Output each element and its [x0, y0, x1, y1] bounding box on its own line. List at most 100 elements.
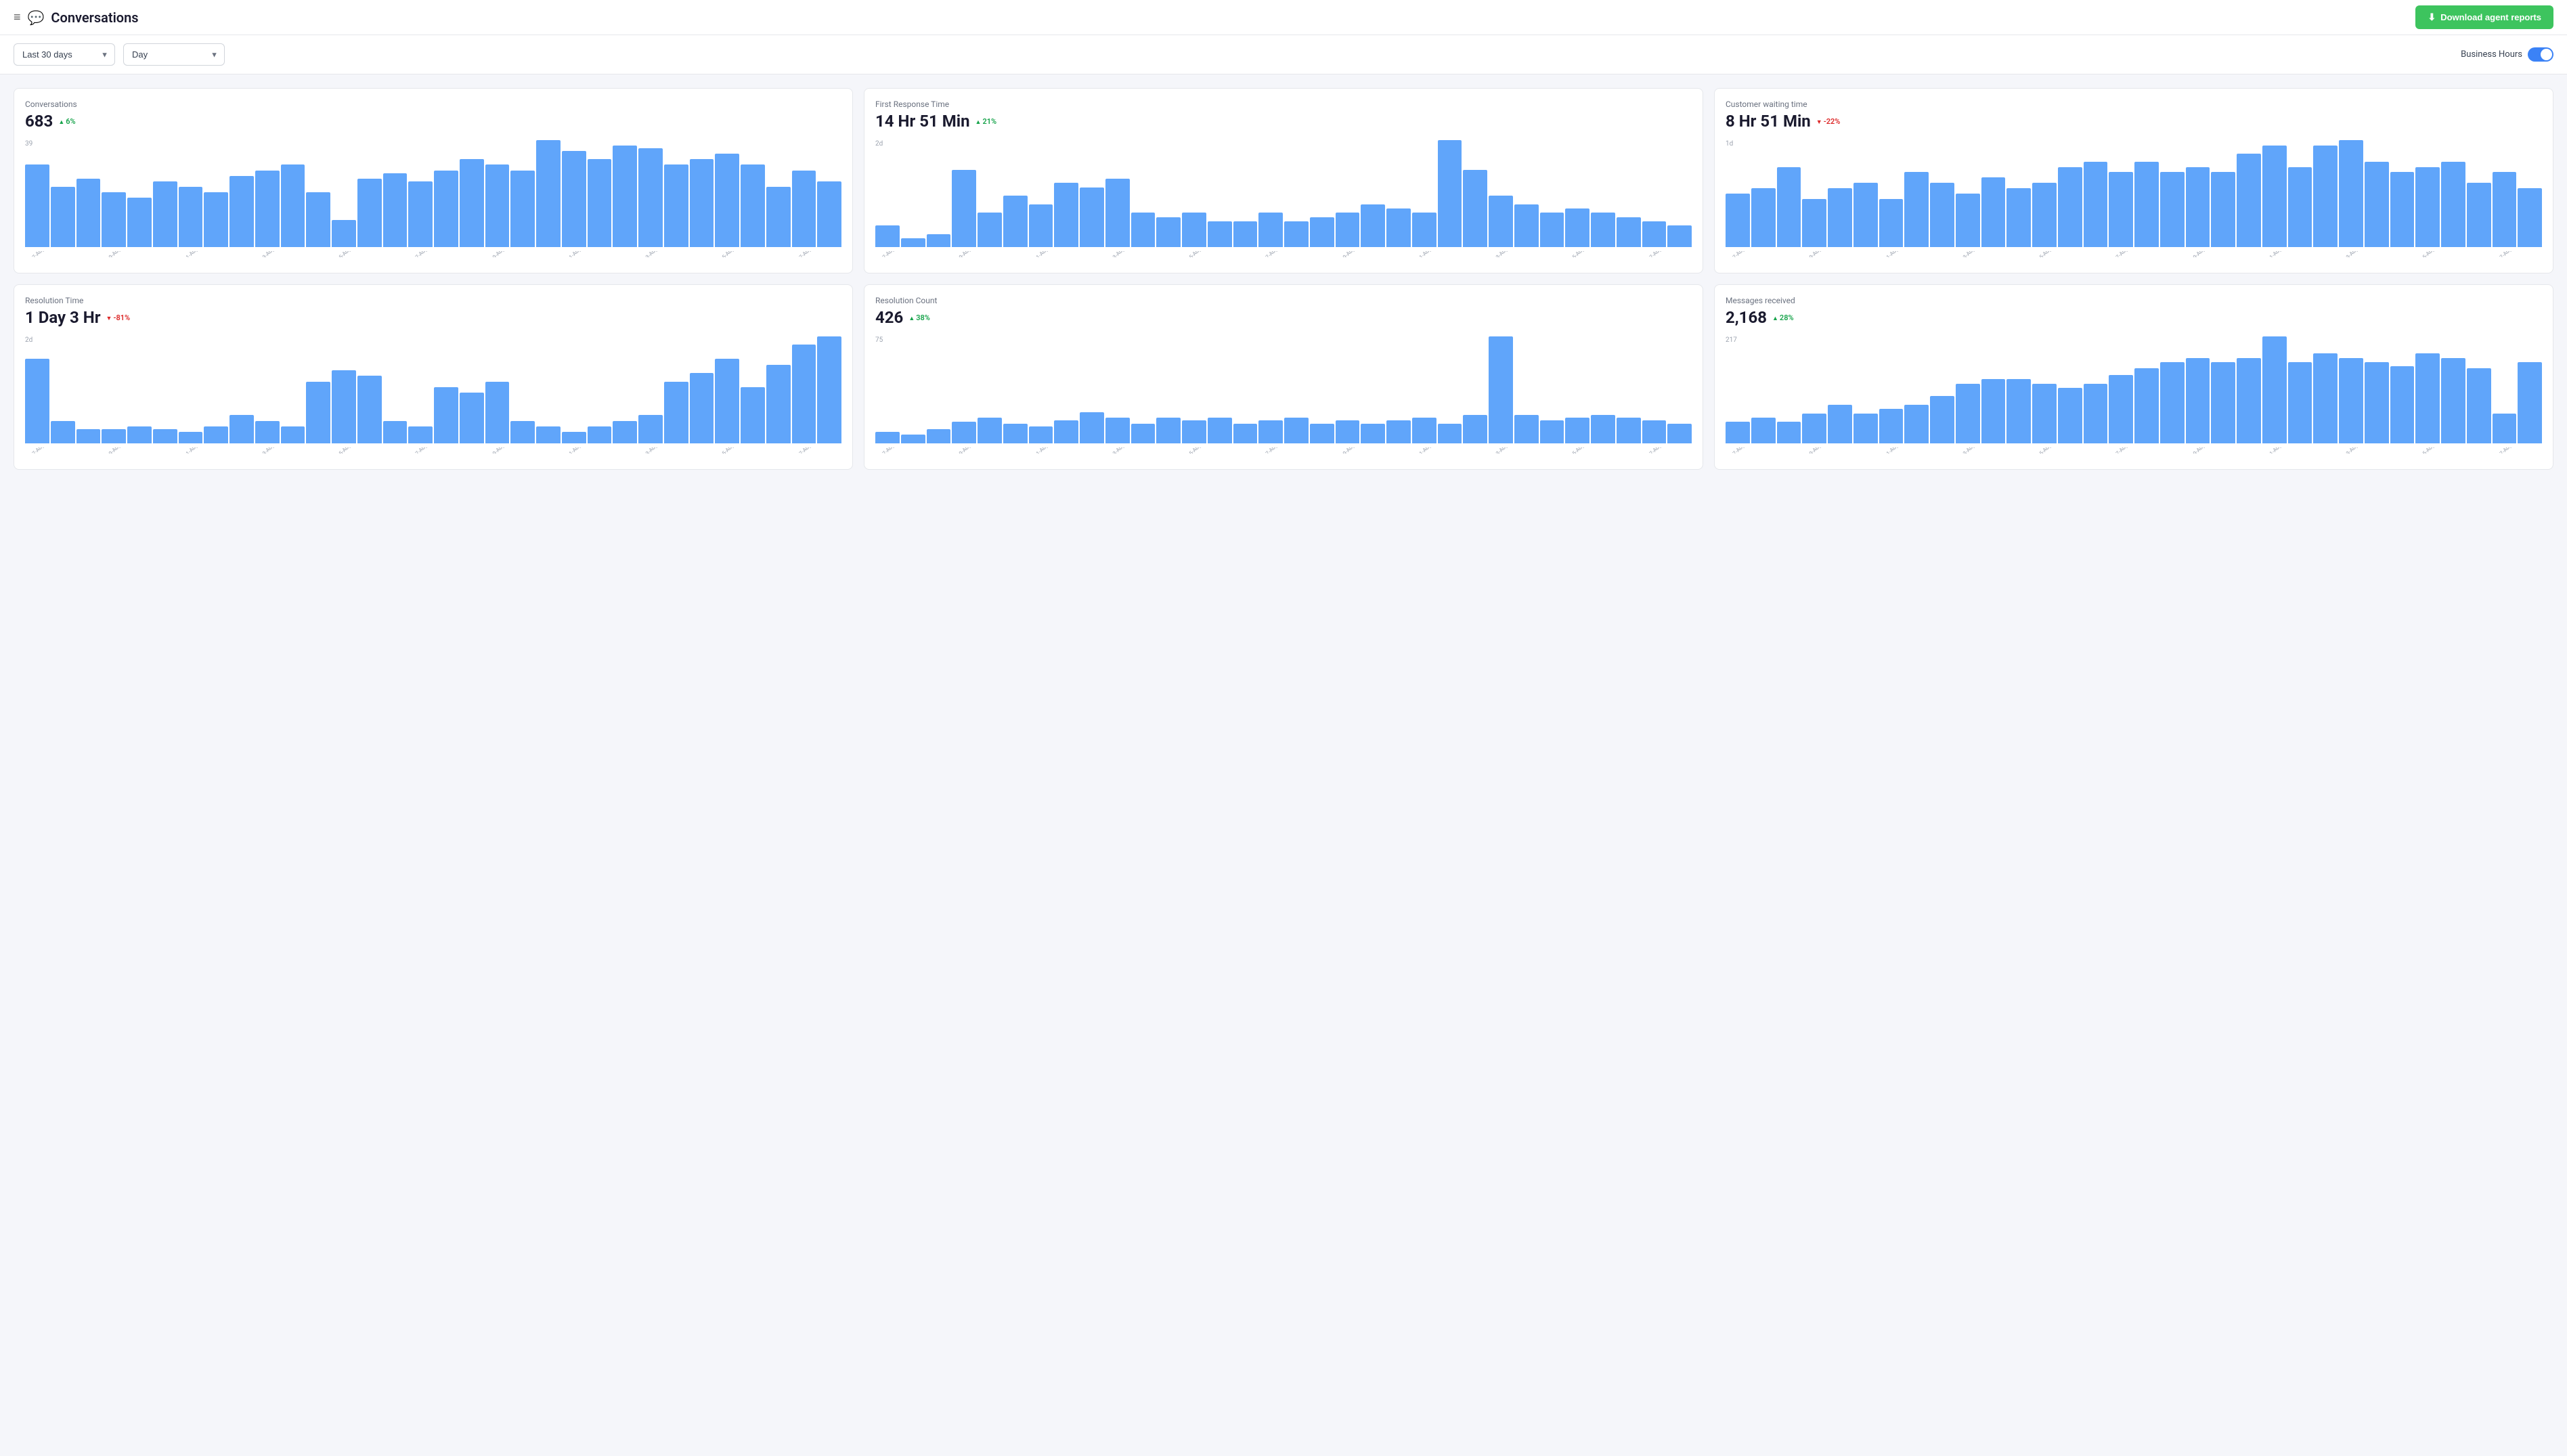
bar-1[interactable] — [901, 435, 925, 443]
bar-8[interactable] — [229, 415, 254, 443]
bar-17[interactable] — [460, 159, 484, 247]
bar-31[interactable] — [1667, 225, 1692, 247]
bar-31[interactable] — [2518, 362, 2542, 443]
bar-13[interactable] — [2058, 167, 2082, 248]
bar-7[interactable] — [1904, 405, 1929, 443]
bar-28[interactable] — [741, 164, 765, 247]
bar-28[interactable] — [2441, 162, 2465, 247]
bar-11[interactable] — [306, 192, 330, 247]
bar-20[interactable] — [1386, 208, 1411, 247]
bar-24[interactable] — [2339, 358, 2363, 443]
bar-11[interactable] — [306, 382, 330, 443]
bar-15[interactable] — [2109, 172, 2133, 247]
bar-17[interactable] — [2160, 362, 2185, 443]
bar-3[interactable] — [1802, 414, 1826, 443]
bar-24[interactable] — [638, 415, 663, 443]
bar-24[interactable] — [2339, 140, 2363, 247]
bar-16[interactable] — [1284, 221, 1309, 247]
bar-18[interactable] — [1336, 420, 1360, 443]
bar-0[interactable] — [1726, 194, 1750, 247]
bar-24[interactable] — [1489, 336, 1513, 443]
bar-10[interactable] — [1981, 177, 2006, 247]
bar-2[interactable] — [927, 234, 951, 247]
bar-30[interactable] — [792, 345, 816, 443]
bar-14[interactable] — [1233, 221, 1258, 247]
bar-6[interactable] — [179, 187, 203, 247]
bar-8[interactable] — [229, 176, 254, 247]
bar-16[interactable] — [1284, 418, 1309, 443]
bar-27[interactable] — [2415, 167, 2440, 248]
bar-7[interactable] — [204, 426, 228, 443]
bar-29[interactable] — [1617, 418, 1641, 443]
bar-22[interactable] — [2288, 362, 2312, 443]
bar-15[interactable] — [2109, 375, 2133, 443]
bar-1[interactable] — [51, 421, 75, 443]
bar-19[interactable] — [2211, 172, 2235, 247]
bar-19[interactable] — [1361, 204, 1385, 247]
bar-3[interactable] — [102, 429, 126, 443]
bar-4[interactable] — [978, 418, 1002, 443]
bar-15[interactable] — [1258, 420, 1283, 443]
bar-28[interactable] — [2441, 358, 2465, 443]
bar-7[interactable] — [1054, 420, 1078, 443]
bar-14[interactable] — [1233, 424, 1258, 443]
bar-1[interactable] — [1751, 188, 1776, 247]
bar-9[interactable] — [1956, 384, 1980, 443]
bar-16[interactable] — [2134, 368, 2159, 443]
bar-3[interactable] — [952, 422, 976, 443]
bar-4[interactable] — [1828, 188, 1852, 247]
bar-12[interactable] — [1182, 213, 1206, 247]
bar-1[interactable] — [51, 187, 75, 247]
bar-18[interactable] — [485, 382, 510, 443]
bar-28[interactable] — [741, 387, 765, 443]
bar-5[interactable] — [1853, 414, 1878, 443]
bar-30[interactable] — [1642, 221, 1667, 247]
bar-7[interactable] — [204, 192, 228, 247]
bar-2[interactable] — [1777, 167, 1801, 248]
bar-1[interactable] — [1751, 418, 1776, 443]
bar-21[interactable] — [2262, 146, 2287, 247]
bar-3[interactable] — [102, 192, 126, 247]
bar-14[interactable] — [2084, 162, 2108, 247]
grouping-select[interactable]: Day Hour Week Month — [123, 43, 225, 66]
bar-10[interactable] — [1131, 213, 1156, 247]
bar-28[interactable] — [1591, 415, 1615, 443]
bar-18[interactable] — [2186, 167, 2210, 248]
bar-23[interactable] — [613, 146, 637, 247]
bar-17[interactable] — [460, 393, 484, 443]
bar-5[interactable] — [153, 181, 177, 247]
bar-17[interactable] — [2160, 172, 2185, 247]
bar-11[interactable] — [2006, 188, 2031, 247]
menu-icon[interactable]: ≡ — [14, 10, 21, 24]
bar-31[interactable] — [817, 336, 841, 443]
bar-6[interactable] — [1879, 199, 1904, 247]
business-hours-toggle[interactable] — [2528, 47, 2553, 62]
bar-11[interactable] — [1156, 217, 1181, 247]
bar-24[interactable] — [638, 148, 663, 247]
bar-21[interactable] — [1412, 213, 1436, 247]
bar-12[interactable] — [1182, 420, 1206, 443]
bar-3[interactable] — [1802, 199, 1826, 247]
bar-23[interactable] — [1463, 415, 1487, 443]
bar-1[interactable] — [901, 238, 925, 247]
bar-0[interactable] — [25, 164, 49, 247]
bar-12[interactable] — [332, 370, 356, 443]
bar-22[interactable] — [1438, 424, 1462, 443]
bar-13[interactable] — [1208, 221, 1232, 247]
bar-15[interactable] — [1258, 213, 1283, 247]
bar-30[interactable] — [2493, 172, 2517, 247]
bar-20[interactable] — [2237, 154, 2261, 247]
bar-19[interactable] — [510, 421, 535, 443]
bar-22[interactable] — [1438, 140, 1462, 247]
bar-10[interactable] — [1981, 379, 2006, 443]
bar-9[interactable] — [255, 171, 280, 247]
date-range-select[interactable]: Last 30 days Last 7 days Last 90 days Cu… — [14, 43, 115, 66]
bar-26[interactable] — [2390, 366, 2415, 443]
bar-25[interactable] — [2365, 362, 2389, 443]
bar-29[interactable] — [766, 187, 791, 247]
bar-10[interactable] — [281, 164, 305, 247]
bar-31[interactable] — [1667, 424, 1692, 443]
bar-23[interactable] — [613, 421, 637, 443]
bar-26[interactable] — [690, 159, 714, 247]
bar-28[interactable] — [1591, 213, 1615, 247]
